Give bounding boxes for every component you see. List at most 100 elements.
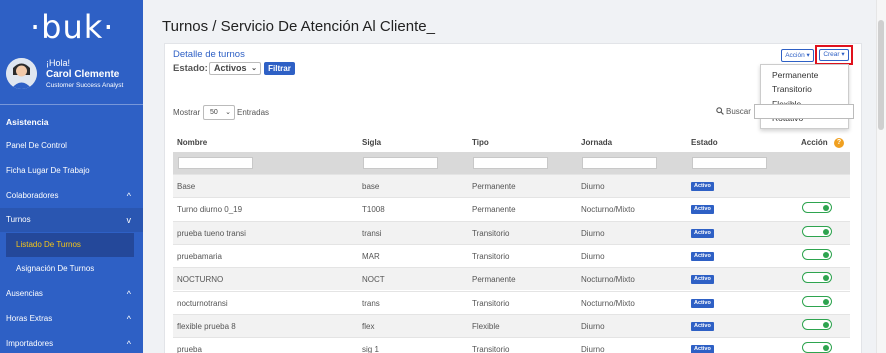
table-row[interactable]: pruebamaria MAR Transitorio Diurno Activo — [173, 243, 850, 267]
user-name: Carol Clemente — [46, 69, 120, 80]
filter-input-nombre[interactable] — [178, 157, 253, 169]
active-toggle[interactable] — [802, 342, 832, 353]
chevron-down-icon: ⌄ — [225, 109, 231, 116]
column-header-sigla[interactable]: Sigla — [362, 138, 381, 147]
status-badge: Activo — [691, 321, 714, 331]
menu-item-transitorio[interactable]: Transitorio — [772, 84, 812, 94]
user-profile: ¡Hola! Carol Clemente Customer Success A… — [6, 58, 141, 92]
status-badge: Activo — [691, 345, 714, 353]
cell-sigla: flex — [362, 321, 375, 331]
filter-input-estado[interactable] — [692, 157, 767, 169]
greeting: ¡Hola! — [46, 58, 71, 68]
column-header-nombre[interactable]: Nombre — [177, 138, 207, 147]
column-header-estado[interactable]: Estado — [691, 138, 718, 147]
entradas-label: Entradas — [237, 108, 270, 117]
cell-tipo: Transitorio — [472, 228, 510, 238]
page-size-select[interactable]: 50 ⌄ — [203, 105, 235, 120]
active-toggle[interactable] — [802, 202, 832, 214]
page-title: Turnos / Servicio De Atención Al Cliente… — [162, 18, 435, 35]
cell-jornada: Diurno — [581, 228, 605, 238]
sidebar-item-ausencias[interactable]: Ausencias ^ — [0, 282, 143, 306]
sidebar-item-importadores[interactable]: Importadores ^ — [0, 332, 143, 353]
table-row[interactable]: Base base Permanente Diurno Activo — [173, 174, 850, 197]
sidebar-divider — [0, 104, 143, 105]
status-badge: Activo — [691, 182, 714, 191]
avatar — [6, 58, 37, 89]
search-input[interactable] — [754, 104, 854, 119]
cell-nombre: prueba tueno transi — [177, 228, 246, 238]
cell-tipo: Permanente — [472, 275, 516, 285]
sidebar-item-colaboradores[interactable]: Colaboradores ^ — [0, 184, 143, 208]
cell-sigla: NOCT — [362, 275, 385, 285]
chevron-up-icon: ^ — [126, 314, 131, 324]
scrollbar-thumb[interactable] — [878, 20, 884, 130]
toggle-knob — [823, 228, 829, 235]
column-header-jornada[interactable]: Jornada — [581, 138, 612, 147]
toggle-knob — [823, 321, 829, 328]
toggle-knob — [823, 298, 829, 305]
active-toggle[interactable] — [802, 295, 832, 307]
sidebar-item-turnos[interactable]: Turnos v — [0, 208, 143, 232]
table-row[interactable]: flexible prueba 8 flex Flexible Diurno Activ… — [173, 313, 850, 337]
filter-input-jornada[interactable] — [582, 157, 657, 169]
toggle-knob — [823, 345, 829, 352]
filter-input-sigla[interactable] — [363, 157, 438, 169]
cell-nombre: NOCTURNO — [177, 275, 224, 285]
column-header-tipo[interactable]: Tipo — [472, 138, 489, 147]
buk-logo: ·buk· — [30, 8, 115, 46]
sidebar-item-asignacion-de-turnos[interactable]: Asignación De Turnos — [6, 257, 134, 281]
cell-tipo: Transitorio — [472, 251, 510, 261]
table-row[interactable]: Turno diurno 0_19 T1008 Permanente Nocturno… — [173, 197, 850, 220]
search-icon — [716, 107, 724, 115]
sidebar-item-horas-extras[interactable]: Horas Extras ^ — [0, 307, 143, 331]
cell-sigla: sig 1 — [362, 345, 379, 353]
table-row[interactable]: prueba sig 1 Transitorio Diurno Activo — [173, 337, 850, 353]
active-toggle[interactable] — [802, 225, 832, 237]
status-badge: Activo — [691, 298, 714, 308]
chevron-down-icon: v — [126, 215, 132, 225]
cell-sigla: T1008 — [362, 205, 385, 215]
cell-jornada: Nocturno/Mixto — [581, 275, 635, 285]
cell-sigla: base — [362, 182, 380, 191]
cell-tipo: Transitorio — [472, 345, 510, 353]
estado-select[interactable]: Activos ⌄ — [209, 62, 261, 75]
chevron-up-icon: ^ — [126, 339, 131, 349]
sidebar-item-ficha-lugar-de-trabajo[interactable]: Ficha Lugar De Trabajo — [0, 159, 143, 183]
sidebar-item-asistencia[interactable]: Asistencia — [0, 110, 143, 134]
crear-dropdown-menu: Permanente Transitorio Flexible Rotativo — [760, 64, 849, 129]
table-row[interactable]: nocturnotransi trans Transitorio Nocturno/M… — [173, 290, 850, 314]
chevron-up-icon: ^ — [126, 191, 131, 201]
cell-nombre: nocturnotransi — [177, 298, 228, 308]
active-toggle[interactable] — [802, 272, 832, 284]
cell-nombre: Turno diurno 0_19 — [177, 205, 243, 215]
active-toggle[interactable] — [802, 318, 832, 330]
cell-sigla: MAR — [362, 251, 380, 261]
sidebar: ·buk· ¡Hola! Carol Clemente Customer Suc… — [0, 0, 143, 353]
estado-label: Estado: — [173, 63, 208, 74]
crear-button[interactable]: Crear ▾ — [819, 49, 849, 61]
filtrar-button[interactable]: Filtrar — [264, 62, 295, 75]
mostrar-label: Mostrar — [173, 108, 201, 117]
help-icon[interactable]: ? — [834, 138, 844, 148]
accion-button[interactable]: Acción ▾ — [781, 49, 814, 62]
cell-nombre: prueba — [177, 345, 202, 353]
status-badge: Activo — [691, 275, 714, 285]
cell-sigla: transi — [362, 228, 382, 238]
toggle-knob — [823, 275, 829, 282]
table-row[interactable]: NOCTURNO NOCT Permanente Nocturno/Mixto Acti… — [173, 267, 850, 291]
sidebar-item-panel-de-control[interactable]: Panel De Control — [0, 134, 143, 158]
cell-jornada: Nocturno/Mixto — [581, 205, 635, 215]
menu-item-permanente[interactable]: Permanente — [772, 70, 818, 80]
filter-input-tipo[interactable] — [473, 157, 548, 169]
cell-sigla: trans — [362, 298, 380, 308]
status-badge: Activo — [691, 205, 714, 215]
cell-tipo: Permanente — [472, 182, 516, 191]
table-row[interactable]: prueba tueno transi transi Transitorio Diur… — [173, 220, 850, 244]
card-title: Detalle de turnos — [173, 49, 245, 60]
sidebar-item-listado-de-turnos[interactable]: Listado De Turnos — [6, 233, 134, 257]
status-badge: Activo — [691, 228, 714, 238]
active-toggle[interactable] — [802, 248, 832, 260]
cell-nombre: Base — [177, 182, 196, 191]
cell-jornada: Diurno — [581, 182, 605, 191]
cell-nombre: flexible prueba 8 — [177, 321, 236, 331]
